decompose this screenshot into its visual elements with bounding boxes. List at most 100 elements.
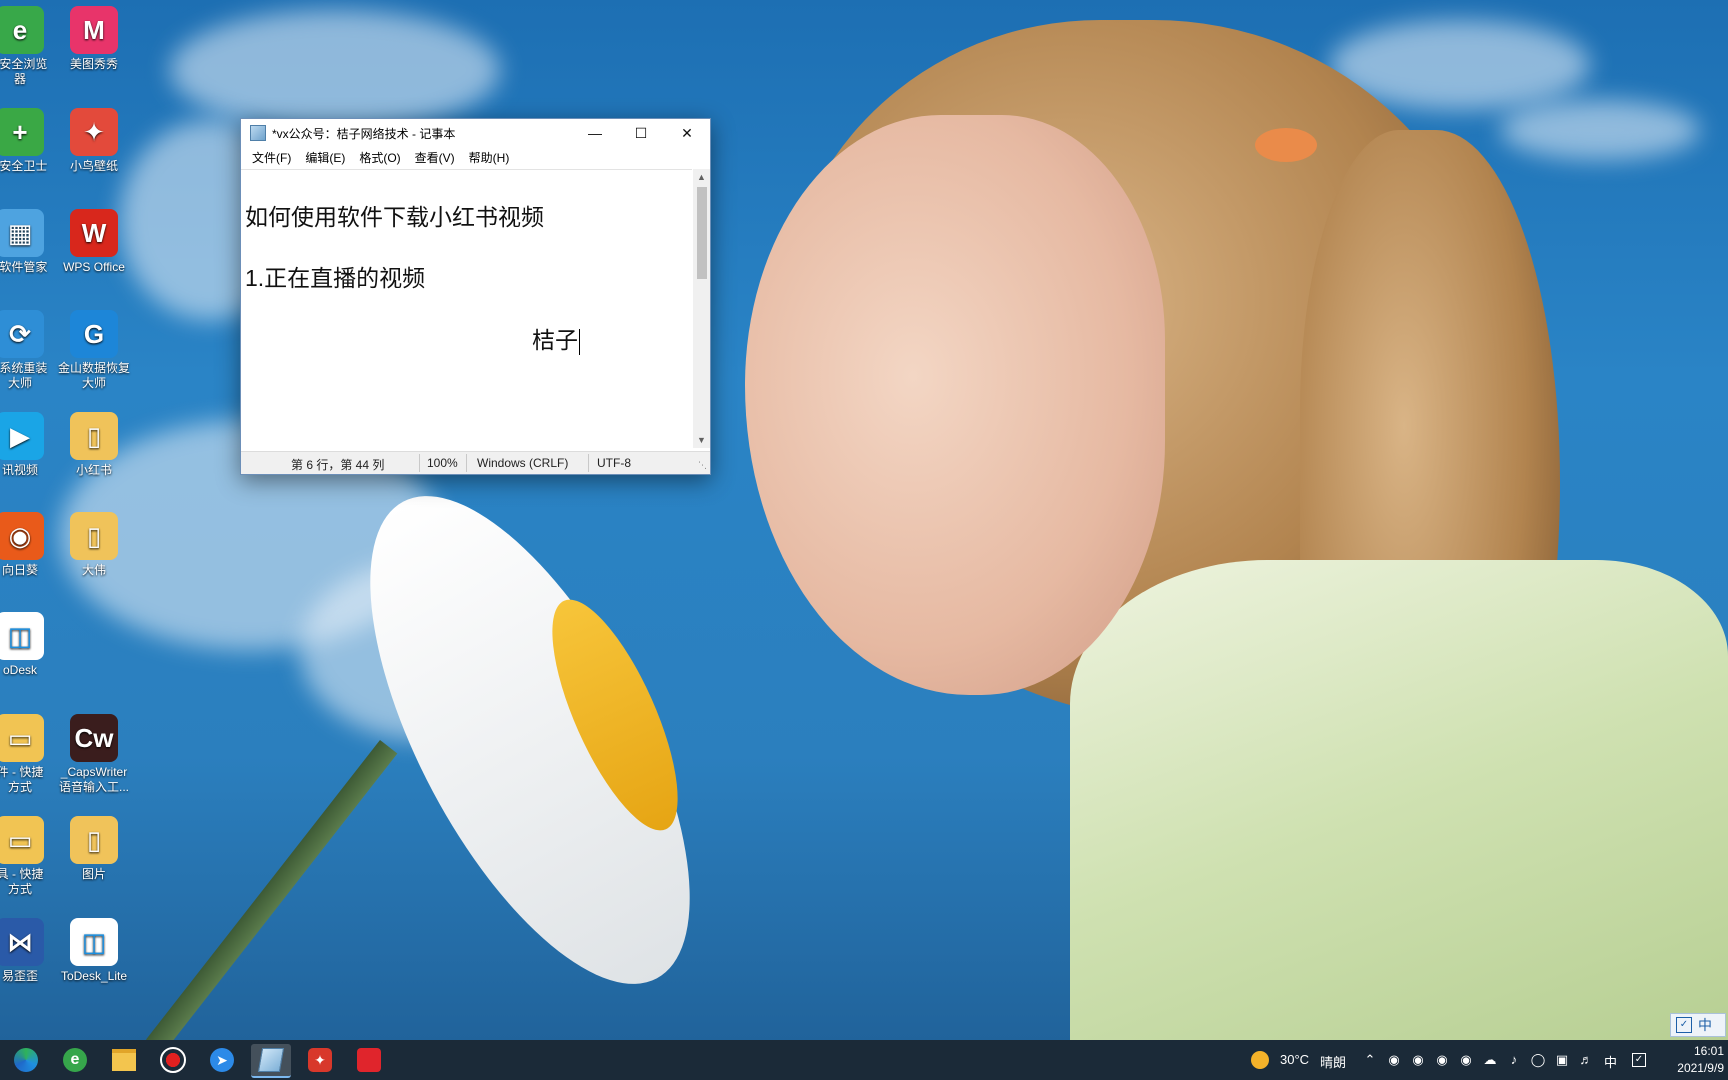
qq-icon[interactable]: ◉ [1458,1052,1474,1068]
app-icon: ✦ [70,108,118,156]
taskbar-bird-wallpaper[interactable]: ✦ [300,1044,340,1076]
vertical-scrollbar[interactable]: ▲ ▼ [693,169,710,448]
microphone-icon[interactable]: ♪ [1506,1052,1522,1068]
app-icon: Cw [70,714,118,762]
icon-label: 小红书 [75,463,112,477]
desktop-icon-right-6[interactable]: Cw _CapsWriter 语音输入工... [48,710,140,795]
browser-360-icon: e [63,1048,87,1072]
desktop-icon-right-1[interactable]: ✦ 小鸟壁纸 [48,104,140,174]
taskbar-file-explorer[interactable] [104,1044,144,1076]
weather-temperature[interactable]: 30°C [1280,1052,1309,1067]
qq-icon[interactable]: ◉ [1386,1052,1402,1068]
window-title: *vx公众号：桔子网络技术 - 记事本 [272,126,456,141]
maximize-button[interactable]: ☐ [618,119,664,147]
desktop-icon-left-6[interactable]: ◫ oDesk [0,608,66,678]
menu-file[interactable]: 文件(F) [245,149,298,166]
text-editor[interactable]: 如何使用软件下载小红书视频 1.正在直播的视频 桔子 [241,169,692,449]
ime-checkbox-tray-icon[interactable]: ✓ [1632,1053,1646,1067]
icon-label: oDesk [2,663,37,677]
taskbar-360-browser[interactable]: e [55,1044,95,1076]
scroll-thumb[interactable] [697,187,707,279]
taskbar-feishu[interactable]: ➤ [202,1044,242,1076]
icon-label: _CapsWriter 语音输入工... [58,765,129,794]
taskbar-edge[interactable] [6,1044,46,1076]
edge-icon [14,1048,38,1072]
weather-condition[interactable]: 晴朗 [1320,1052,1346,1071]
red-app-icon [357,1048,381,1072]
app-icon: ◫ [70,918,118,966]
notepad-taskbar-icon [257,1048,285,1072]
icon-label: 美图秀秀 [69,57,118,71]
icon-label: 金山数据恢复 大师 [57,361,130,390]
wechat-icon[interactable]: ◯ [1530,1052,1546,1068]
app-icon: ▯ [70,412,118,460]
clock-time: 16:01 [1693,1044,1724,1058]
cloud-icon[interactable]: ☁ [1482,1052,1498,1068]
status-zoom: 100% [427,456,458,470]
title-bar[interactable]: *vx公众号：桔子网络技术 - 记事本 — ☐ ✕ [241,119,710,147]
desktop: e0安全浏览 器+0安全卫士▦0软件管家⟳0系统重装 大师▶讯视频◉向日葵◫oD… [0,0,1728,1080]
close-button[interactable]: ✕ [664,119,710,147]
taskbar: e ➤ ✦ 30°C 晴朗 ⌃ ◉ ◉ ◉ ◉ ☁ ♪ ◯ ▣ ♬ 中 ✓ 16… [0,1040,1728,1080]
app-icon: ▯ [70,512,118,560]
ime-checkbox-icon[interactable]: ✓ [1676,1017,1692,1033]
qq-icon[interactable]: ◉ [1434,1052,1450,1068]
taskbar-red-app[interactable] [349,1044,389,1076]
taskbar-recorder[interactable] [153,1044,193,1076]
paper-plane-icon: ➤ [210,1048,234,1072]
ime-floating-bar[interactable]: ✓ 中 [1670,1013,1726,1037]
text-line-3: 桔子 [532,325,580,355]
desktop-icon-right-0[interactable]: M 美图秀秀 [48,2,140,72]
menu-view[interactable]: 查看(V) [408,149,462,166]
app-icon: ▶ [0,412,44,460]
qq-icon[interactable]: ◉ [1410,1052,1426,1068]
minimize-button[interactable]: — [572,119,618,147]
folder-icon [112,1049,136,1071]
menu-edit[interactable]: 编辑(E) [298,149,352,166]
hair-tie [1255,128,1317,162]
text-line-1: 如何使用软件下载小红书视频 [245,204,544,230]
clock[interactable]: 16:01 2021/9/9 [1660,1043,1724,1077]
status-bar: 第 6 行，第 44 列 100% Windows (CRLF) UTF-8 ⋱ [241,451,710,474]
app-icon: G [70,310,118,358]
clock-date: 2021/9/9 [1677,1061,1724,1075]
desktop-icon-right-7[interactable]: ▯ 图片 [48,812,140,882]
desktop-icon-right-3[interactable]: G 金山数据恢复 大师 [48,306,140,391]
app-icon: + [0,108,44,156]
icon-label: 图片 [81,867,106,881]
desktop-icon-right-8[interactable]: ◫ ToDesk_Lite [48,914,140,984]
desktop-icon-right-2[interactable]: W WPS Office [48,205,140,275]
taskbar-notepad[interactable] [251,1044,291,1078]
icon-label: 大伟 [81,563,106,577]
volume-icon[interactable]: ♬ [1578,1052,1594,1068]
app-icon: ▦ [0,209,44,257]
app-icon: M [70,6,118,54]
record-icon [160,1047,186,1073]
ime-mode-indicator[interactable]: 中 [1604,1052,1617,1071]
weather-sun-icon[interactable] [1251,1051,1269,1069]
app-icon: ◫ [0,612,44,660]
notepad-icon [250,125,266,141]
status-cursor-position: 第 6 行，第 44 列 [291,458,385,472]
status-encoding: UTF-8 [597,456,631,470]
menu-help[interactable]: 帮助(H) [462,149,517,166]
app-icon: ▯ [70,816,118,864]
desktop-icon-right-4[interactable]: ▯ 小红书 [48,408,140,478]
icon-label: ToDesk_Lite [60,969,128,983]
app-icon: ◉ [0,512,44,560]
app-icon: ⋈ [0,918,44,966]
text-cursor [579,328,580,355]
desktop-icon-right-5[interactable]: ▯ 大伟 [48,508,140,578]
chevron-up-icon[interactable]: ⌃ [1362,1052,1378,1068]
text-line-3-content: 桔子 [532,327,578,353]
app-icon: W [70,209,118,257]
menu-format[interactable]: 格式(O) [352,149,407,166]
scroll-down-arrow-icon[interactable]: ▼ [693,435,710,445]
resize-grip-icon[interactable]: ⋱ [698,460,707,471]
notepad-window[interactable]: *vx公众号：桔子网络技术 - 记事本 — ☐ ✕ 文件(F) 编辑(E) 格式… [240,118,711,475]
ime-floating-mode[interactable]: 中 [1698,1015,1712,1035]
status-line-ending: Windows (CRLF) [477,456,569,470]
icon-label: WPS Office [63,260,125,274]
network-icon[interactable]: ▣ [1554,1052,1570,1068]
scroll-up-arrow-icon[interactable]: ▲ [693,172,710,182]
